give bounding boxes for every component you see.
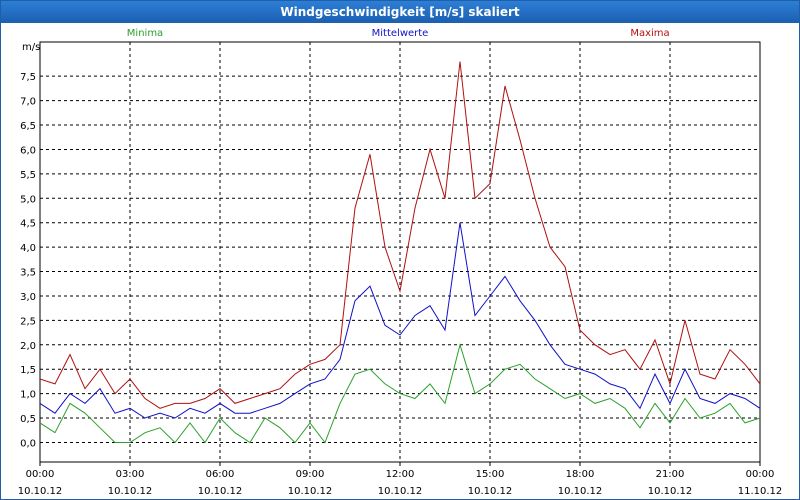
y-tick-label: 2,5 (20, 316, 36, 327)
y-tick-label: 4,5 (20, 219, 36, 230)
wind-speed-chart: 0,0 0,5 1,0 1,5 2,0 2,5 3,0 3,5 4,0 4,5 5,0 5,5 6,0 6… (18, 28, 783, 497)
x-tick-date: 10.10.12 (198, 486, 243, 497)
x-tick-time: 09:00 (296, 469, 325, 480)
x-tick-time: 06:00 (206, 469, 235, 480)
y-tick-label: 7,5 (20, 72, 36, 83)
x-tick-time: 12:00 (386, 469, 415, 480)
y-tick-label: 5,0 (20, 194, 36, 205)
x-tick-time: 15:00 (476, 469, 505, 480)
y-tick-label: 2,0 (20, 341, 36, 352)
x-tick-time: 00:00 (746, 469, 775, 480)
legend-item-mittelwerte: Mittelwerte (372, 28, 429, 39)
y-tick-label: 6,0 (20, 145, 36, 156)
y-tick-label: 0,5 (20, 414, 36, 425)
x-tick-date: 11.10.12 (738, 486, 783, 497)
x-tick-time: 00:00 (26, 469, 55, 480)
x-tick-time: 18:00 (566, 469, 595, 480)
y-tick-label: 1,5 (20, 365, 36, 376)
y-tick-label: 4,0 (20, 243, 36, 254)
y-tick-label: 6,5 (20, 121, 36, 132)
x-axis-ticks: 00:00 10.10.12 03:00 10.10.12 06:00 10.10.12 0… (18, 462, 783, 497)
y-tick-label: 3,0 (20, 292, 36, 303)
x-tick-date: 10.10.12 (288, 486, 333, 497)
x-tick-date: 10.10.12 (648, 486, 693, 497)
y-tick-label: 7,0 (20, 97, 36, 108)
x-tick-date: 10.10.12 (468, 486, 513, 497)
x-tick-date: 10.10.12 (558, 486, 603, 497)
x-tick-time: 03:00 (116, 469, 145, 480)
y-tick-label: 0,0 (20, 438, 36, 449)
y-axis-ticks: 0,0 0,5 1,0 1,5 2,0 2,5 3,0 3,5 4,0 4,5 5,0 5,5 6,0 6… (20, 72, 36, 449)
y-tick-label: 1,0 (20, 390, 36, 401)
x-tick-date: 10.10.12 (378, 486, 423, 497)
y-tick-label: 3,5 (20, 268, 36, 279)
y-tick-label: 5,5 (20, 170, 36, 181)
legend-item-maxima: Maxima (630, 28, 669, 39)
y-axis-label: m/s (22, 42, 40, 53)
legend-item-minima: Minima (127, 28, 163, 39)
legend: Minima Mittelwerte Maxima (127, 28, 670, 39)
x-tick-date: 10.10.12 (108, 486, 153, 497)
x-tick-time: 21:00 (656, 469, 685, 480)
x-tick-date: 10.10.12 (18, 486, 63, 497)
